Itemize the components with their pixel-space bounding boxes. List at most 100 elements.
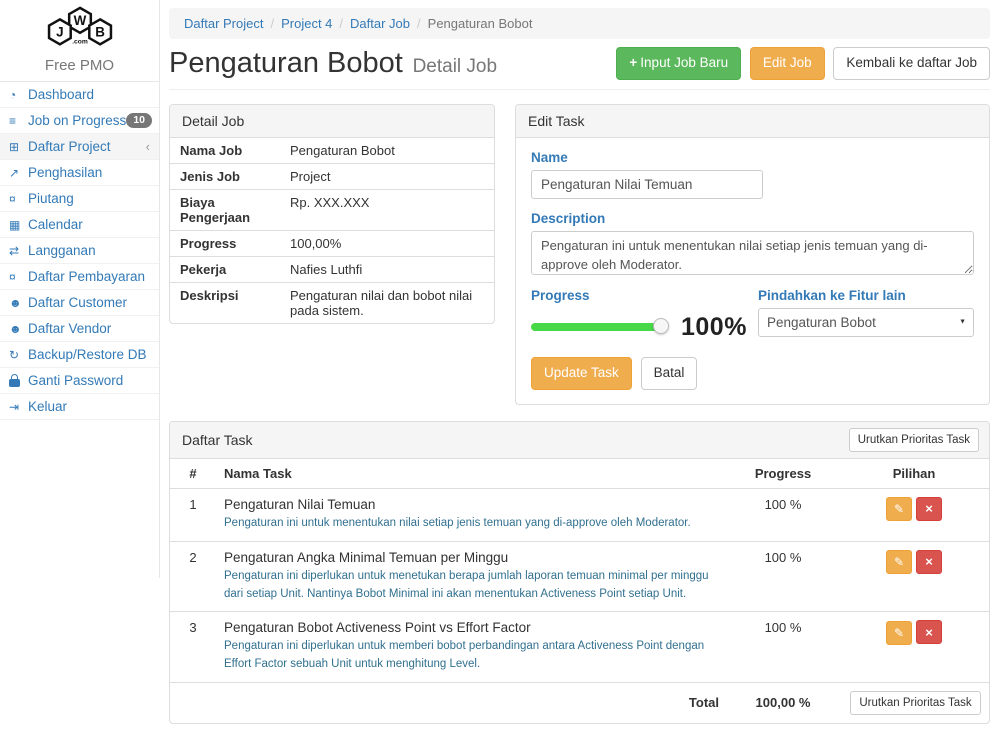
detail-label: Jenis Job (170, 164, 290, 189)
task-number: 1 (170, 488, 216, 541)
sidebar-item-daftar-pembayaran[interactable]: ¤Daftar Pembayaran (0, 264, 159, 290)
column-number: # (170, 459, 216, 489)
task-description: Pengaturan ini diperlukan untuk menetuka… (224, 568, 719, 604)
repeat-icon: ⇄ (9, 244, 28, 258)
sidebar-item-ganti-password[interactable]: Ganti Password (0, 368, 159, 394)
sidebar-item-keluar[interactable]: ⇥Keluar (0, 394, 159, 420)
task-table: # Nama Task Progress Pilihan 1Pengaturan… (170, 459, 989, 723)
task-row: 2Pengaturan Angka Minimal Temuan per Min… (170, 541, 989, 612)
breadcrumb-link[interactable]: Daftar Project (184, 16, 263, 31)
sidebar-item-piutang[interactable]: ¤Piutang (0, 186, 159, 212)
breadcrumb-separator: / (339, 16, 343, 31)
sidebar-item-label: Penghasilan (28, 165, 102, 180)
count-badge: 10 (126, 113, 152, 128)
users-icon: ☻ (9, 296, 28, 310)
sidebar-item-daftar-customer[interactable]: ☻Daftar Customer (0, 290, 159, 316)
sidebar-item-job-on-progress[interactable]: ≡Job on Progress10 (0, 108, 159, 134)
breadcrumb-link[interactable]: Project 4 (281, 16, 332, 31)
progress-slider-handle[interactable] (653, 318, 669, 334)
column-actions: Pilihan (839, 459, 989, 489)
edit-job-button[interactable]: Edit Job (750, 47, 825, 80)
cancel-button[interactable]: Batal (641, 357, 698, 390)
logo-letter-top: W (73, 13, 86, 28)
sort-priority-button-bottom[interactable]: Urutkan Prioritas Task (850, 691, 980, 715)
jwb-logo: W J B .com (32, 5, 128, 51)
sidebar-item-penghasilan[interactable]: ↗Penghasilan (0, 160, 159, 186)
detail-value: Project (290, 164, 494, 189)
progress-slider-track[interactable] (531, 323, 661, 331)
sidebar: W J B .com Free PMO ◔Dashboard≡Job on Pr… (0, 0, 160, 578)
main-content: Daftar Project/Project 4/Daftar Job/Peng… (161, 0, 1000, 732)
page-title-block: Pengaturan Bobot Detail Job (169, 49, 497, 78)
delete-task-button[interactable]: × (916, 550, 942, 574)
progress-value: 100% (681, 315, 747, 340)
sidebar-item-label: Backup/Restore DB (28, 347, 147, 362)
detail-value: 100,00% (290, 231, 494, 256)
brand-name: Free PMO (0, 57, 159, 74)
update-task-button[interactable]: Update Task (531, 357, 632, 390)
task-number: 3 (170, 612, 216, 683)
refresh-icon: ↻ (9, 348, 28, 362)
page-title: Pengaturan Bobot (169, 47, 403, 79)
input-job-baru-button[interactable]: +Input Job Baru (616, 47, 741, 80)
task-list-panel: Daftar Task Urutkan Prioritas Task # Nam… (169, 421, 990, 724)
page-subtitle: Detail Job (413, 56, 498, 77)
sidebar-item-calendar[interactable]: ▦Calendar (0, 212, 159, 238)
edit-task-panel-title: Edit Task (516, 105, 989, 138)
x-icon: × (925, 625, 933, 640)
detail-row: Jenis JobProject (170, 164, 494, 190)
task-progress: 100 % (727, 612, 839, 683)
total-label: Total (216, 682, 727, 723)
edit-task-button[interactable]: ✎ (886, 497, 912, 521)
detail-row: Progress100,00% (170, 231, 494, 257)
money-icon: ¤ (9, 270, 28, 284)
task-table-body: 1Pengaturan Nilai TemuanPengaturan ini u… (170, 488, 989, 682)
breadcrumb-link[interactable]: Daftar Job (350, 16, 410, 31)
detail-row: Biaya PengerjaanRp. XXX.XXX (170, 190, 494, 231)
back-to-job-list-button[interactable]: Kembali ke daftar Job (833, 47, 990, 80)
sidebar-item-label: Dashboard (28, 87, 94, 102)
detail-value: Pengaturan nilai dan bobot nilai pada si… (290, 283, 494, 323)
detail-value: Pengaturan Bobot (290, 138, 494, 163)
task-description-textarea[interactable]: Pengaturan ini untuk menentukan nilai se… (531, 231, 974, 275)
detail-label: Biaya Pengerjaan (170, 190, 290, 230)
detail-row: DeskripsiPengaturan nilai dan bobot nila… (170, 283, 494, 323)
toolbar: +Input Job Baru Edit Job Kembali ke daft… (611, 47, 990, 80)
detail-value: Rp. XXX.XXX (290, 190, 494, 230)
page-header: Pengaturan Bobot Detail Job +Input Job B… (169, 47, 990, 90)
delete-task-button[interactable]: × (916, 620, 942, 644)
edit-task-button[interactable]: ✎ (886, 621, 912, 645)
users-icon: ☻ (9, 322, 28, 336)
description-label: Description (531, 211, 974, 226)
logo-letter-left: J (56, 25, 63, 40)
task-row: 1Pengaturan Nilai TemuanPengaturan ini u… (170, 488, 989, 541)
sidebar-item-daftar-vendor[interactable]: ☻Daftar Vendor (0, 316, 159, 342)
task-name: Pengaturan Nilai Temuan (224, 497, 719, 512)
sidebar-item-label: Calendar (28, 217, 83, 232)
detail-label: Nama Job (170, 138, 290, 163)
column-name: Nama Task (216, 459, 727, 489)
sort-priority-button-top[interactable]: Urutkan Prioritas Task (849, 428, 979, 452)
delete-task-button[interactable]: × (916, 497, 942, 521)
tasks-icon: ≡ (9, 114, 28, 128)
sidebar-item-langganan[interactable]: ⇄Langganan (0, 238, 159, 264)
move-to-feature-label: Pindahkan ke Fitur lain (758, 288, 974, 303)
sidebar-item-daftar-project[interactable]: ⊞Daftar Project‹ (0, 134, 159, 160)
edit-task-button[interactable]: ✎ (886, 550, 912, 574)
breadcrumb-current: Pengaturan Bobot (428, 16, 533, 31)
task-description: Pengaturan ini diperlukan untuk memberi … (224, 638, 719, 674)
logo-domain: .com (72, 38, 88, 45)
breadcrumb-separator: / (417, 16, 421, 31)
sidebar-item-dashboard[interactable]: ◔Dashboard (0, 82, 159, 108)
detail-job-panel: Detail Job Nama JobPengaturan BobotJenis… (169, 104, 495, 324)
lock-icon (9, 379, 20, 387)
total-value: 100,00 % (727, 682, 839, 723)
task-name-input[interactable] (531, 170, 763, 199)
sidebar-item-label: Daftar Project (28, 139, 111, 154)
move-to-feature-select[interactable]: Pengaturan Bobot (758, 308, 974, 337)
detail-row: Nama JobPengaturan Bobot (170, 138, 494, 164)
sidebar-item-label: Daftar Vendor (28, 321, 111, 336)
task-progress: 100 % (727, 488, 839, 541)
sidebar-item-backup-restore-db[interactable]: ↻Backup/Restore DB (0, 342, 159, 368)
sidebar-item-label: Keluar (28, 399, 67, 414)
